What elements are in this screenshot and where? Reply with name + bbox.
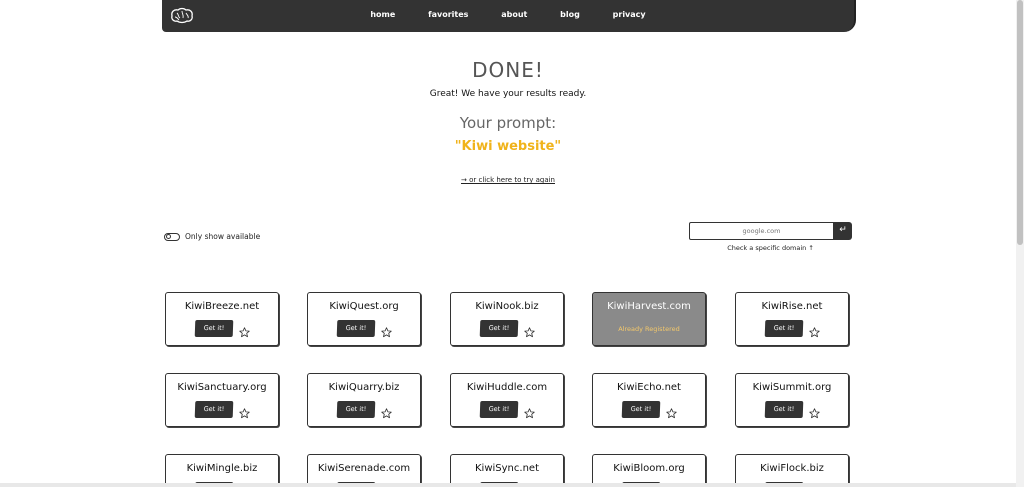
domain-name: KiwiNook.biz [475, 301, 539, 312]
get-it-button[interactable]: Get it! [479, 320, 518, 337]
card-actions: Get it! [593, 401, 705, 419]
domain-name: KiwiRise.net [761, 301, 823, 312]
star-outline-icon[interactable] [238, 404, 250, 419]
done-heading: DONE! [472, 58, 544, 82]
domain-name: KiwiSanctuary.org [177, 382, 267, 393]
star-outline-icon[interactable] [808, 404, 820, 419]
nav-blog[interactable]: blog [560, 10, 580, 19]
available-toggle[interactable] [164, 232, 180, 241]
get-it-button[interactable]: Get it! [764, 320, 803, 337]
get-it-button[interactable]: Get it! [336, 320, 375, 337]
card-actions: Get it! [736, 401, 848, 419]
domain-name: KiwiSync.net [475, 463, 539, 474]
domain-card: KiwiQuest.org Get it! [307, 292, 421, 346]
results-ready-text: Great! We have your results ready. [429, 89, 587, 99]
nav-about[interactable]: about [501, 10, 527, 19]
domain-card: KiwiHuddle.com Get it! [450, 373, 564, 427]
domain-name: KiwiHarvest.com [607, 301, 691, 312]
prompt-value: "Kiwi website" [454, 139, 562, 154]
domain-card: KiwiHarvest.com Already Registered [592, 292, 706, 346]
star-outline-icon[interactable] [523, 323, 535, 338]
domain-name: KiwiQuest.org [329, 301, 399, 312]
star-outline-icon[interactable] [380, 323, 392, 338]
domain-card: KiwiBreeze.net Get it! [165, 292, 279, 346]
get-it-button[interactable]: Get it! [621, 401, 660, 418]
navbar: home favorites about blog privacy [162, 0, 856, 32]
card-actions: Get it! [451, 401, 563, 419]
card-actions: Get it! [166, 401, 278, 419]
nav-favorites[interactable]: favorites [428, 10, 468, 19]
horizontal-scrollbar[interactable] [0, 483, 1016, 487]
registered-status: Already Registered [618, 325, 680, 333]
vertical-scrollbar[interactable] [1016, 0, 1024, 487]
enter-arrow-icon[interactable]: ↵ [834, 222, 852, 240]
domain-name: KiwiHuddle.com [466, 382, 548, 393]
domain-name: KiwiQuarry.biz [328, 382, 400, 393]
card-actions: Get it! [166, 320, 278, 338]
domain-input[interactable] [689, 222, 834, 240]
card-actions: Get it! [308, 320, 420, 338]
domain-card: KiwiNook.biz Get it! [450, 292, 564, 346]
star-outline-icon[interactable] [380, 404, 392, 419]
nav-home[interactable]: home [370, 10, 395, 19]
get-it-button[interactable]: Get it! [194, 320, 233, 337]
page: home favorites about blog privacy DONE! … [0, 0, 1016, 487]
domain-name: KiwiBreeze.net [184, 301, 260, 312]
toggle-knob [166, 234, 171, 239]
domain-card: KiwiSanctuary.org Get it! [165, 373, 279, 427]
scroll-thumb[interactable] [1017, 0, 1023, 245]
domain-card: KiwiEcho.net Get it! [592, 373, 706, 427]
available-filter: Only show available [164, 232, 260, 241]
card-actions: Get it! [308, 401, 420, 419]
domain-name: KiwiMingle.biz [186, 463, 258, 474]
get-it-button[interactable]: Get it! [194, 401, 233, 418]
get-it-button[interactable]: Get it! [479, 401, 518, 418]
domain-help-text: Check a specific domain ↑ [727, 244, 814, 252]
get-it-button[interactable]: Get it! [336, 401, 375, 418]
star-outline-icon[interactable] [238, 323, 250, 338]
domain-check: ↵ [689, 222, 852, 240]
retry-row: → or click here to try again [0, 176, 1016, 184]
card-actions: Get it! [736, 320, 848, 338]
star-outline-icon[interactable] [523, 404, 535, 419]
domain-name: KiwiFlock.biz [760, 463, 824, 474]
prompt-label: Your prompt: [459, 114, 557, 132]
domain-name: KiwiBloom.org [613, 463, 685, 474]
domain-name: KiwiEcho.net [617, 382, 681, 393]
domain-card: KiwiQuarry.biz Get it! [307, 373, 421, 427]
star-outline-icon[interactable] [808, 323, 820, 338]
try-again-link[interactable]: → or click here to try again [461, 176, 555, 184]
domain-card: KiwiRise.net Get it! [735, 292, 849, 346]
get-it-button[interactable]: Get it! [764, 401, 803, 418]
nav-privacy[interactable]: privacy [613, 10, 646, 19]
domain-name: KiwiSerenade.com [317, 463, 411, 474]
card-actions: Get it! [451, 320, 563, 338]
domain-card: KiwiSummit.org Get it! [735, 373, 849, 427]
star-outline-icon[interactable] [665, 404, 677, 419]
available-toggle-label: Only show available [185, 232, 261, 241]
nav-links: home favorites about blog privacy [162, 10, 854, 19]
domain-name: KiwiSummit.org [752, 382, 832, 393]
